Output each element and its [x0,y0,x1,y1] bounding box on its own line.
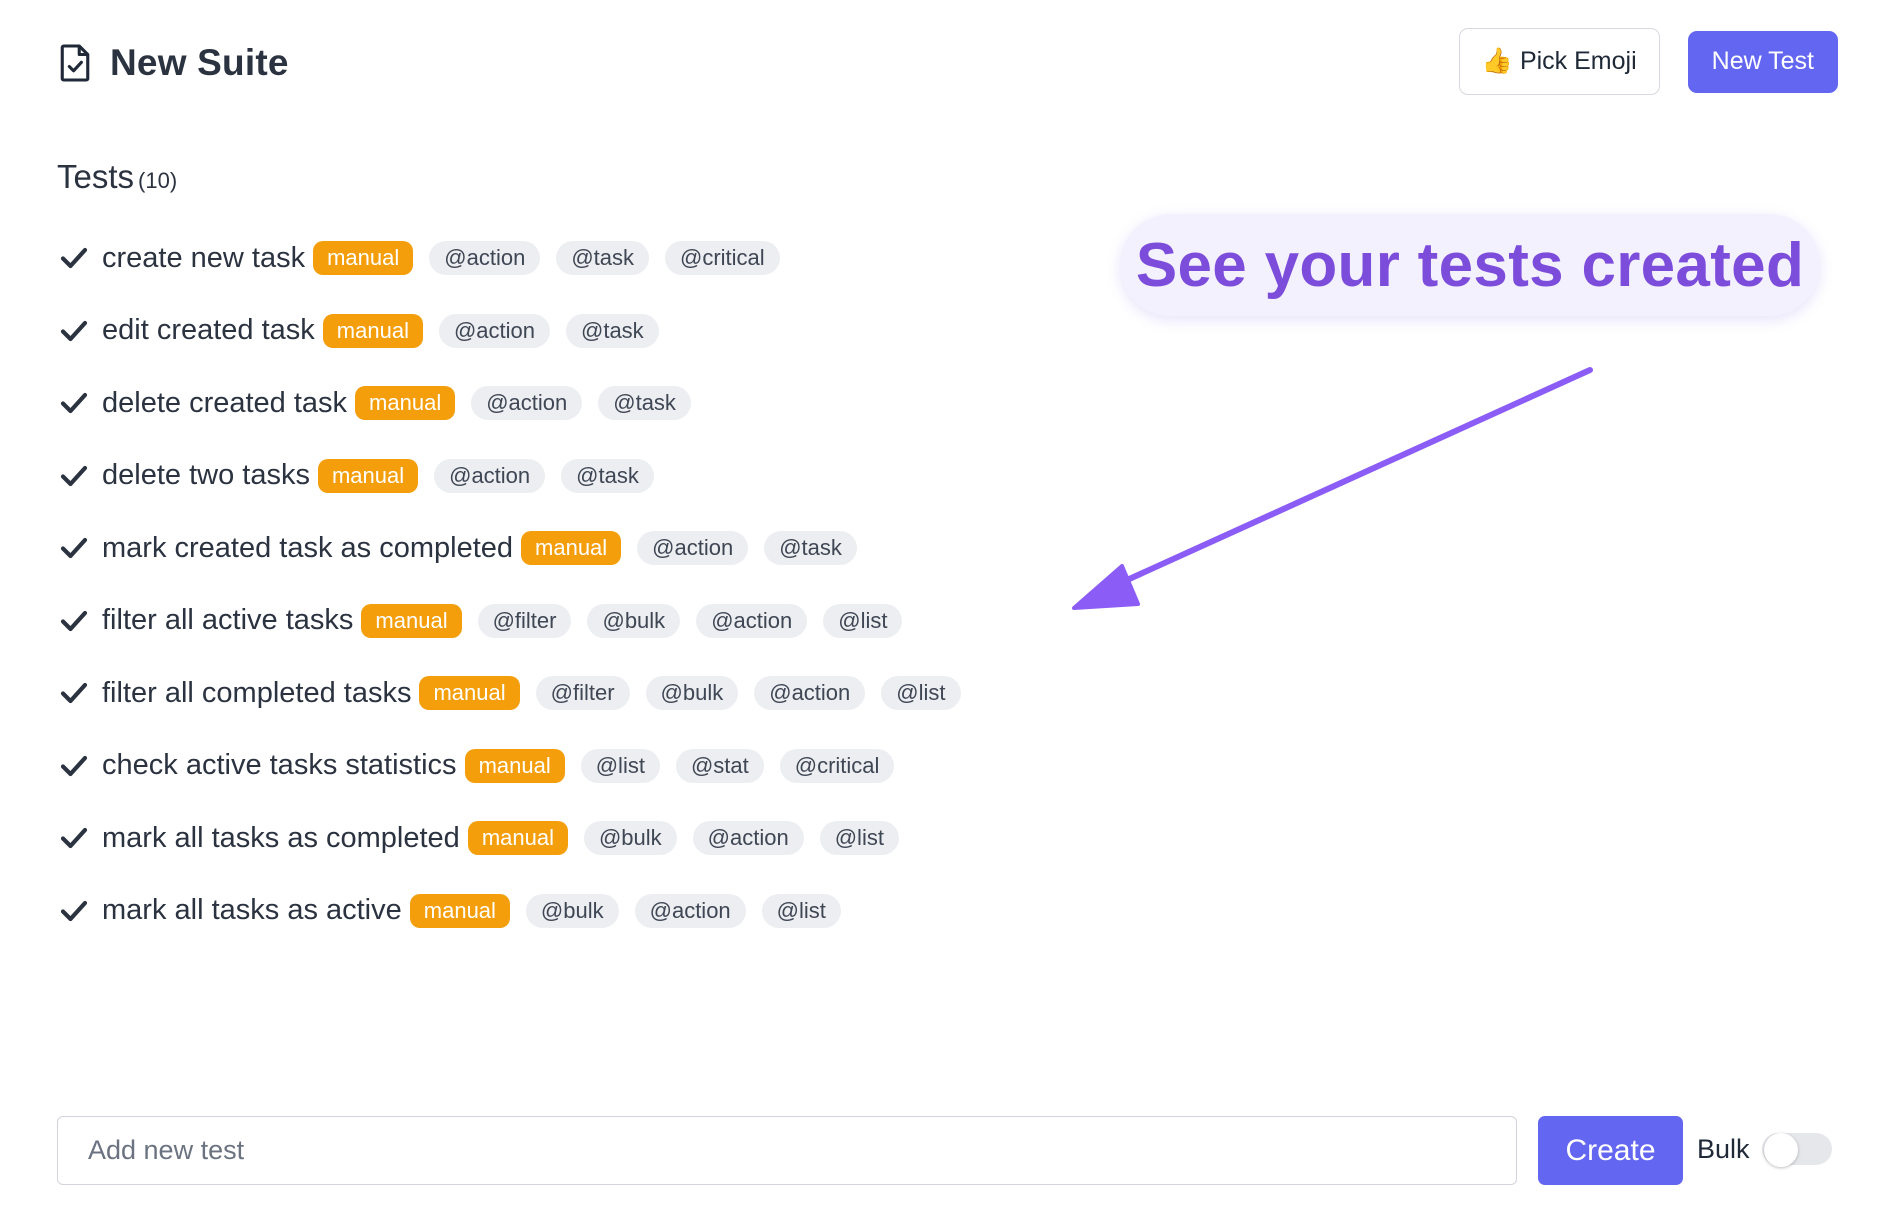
bulk-toggle[interactable] [1762,1133,1832,1167]
tag-chip[interactable]: @task [566,313,659,348]
test-row[interactable]: delete two tasks manual @action @task [60,440,977,513]
pick-emoji-button[interactable]: 👍 Pick Emoji [1458,28,1660,95]
tag-chip[interactable]: @action [438,313,550,348]
test-name[interactable]: filter all completed tasks [102,677,411,710]
checkmark-icon [60,465,88,486]
manual-badge: manual [317,458,419,493]
tag-chip[interactable]: @action [637,531,749,566]
checkmark-icon [60,610,88,631]
tag-chip[interactable]: @action [471,386,583,421]
test-row[interactable]: mark all tasks as active manual @bulk @acti… [60,875,977,948]
tag-chip[interactable]: @bulk [583,821,677,856]
suite-title-group: New Suite [58,42,289,84]
tag-chip[interactable]: @task [598,386,691,421]
test-name[interactable]: create new task [102,242,305,275]
arrow-icon [1072,367,1593,610]
manual-badge: manual [361,603,462,638]
new-test-button[interactable]: New Test [1687,30,1838,93]
page-title: New Suite [110,42,289,83]
tag-chip[interactable]: @filter [535,676,630,711]
tests-heading-label: Tests [57,158,135,195]
tag-chip[interactable]: @list [761,893,841,928]
test-name[interactable]: mark all tasks as active [102,894,402,927]
bulk-toggle-knob [1764,1133,1798,1167]
checkmark-icon [60,320,88,341]
checkmark-icon [60,248,88,269]
tag-chip[interactable]: @task [561,458,654,493]
tag-chip[interactable]: @critical [665,241,780,276]
manual-badge: manual [467,821,568,856]
manual-badge: manual [355,386,456,421]
test-name[interactable]: delete two tasks [102,459,310,492]
manual-badge: manual [419,676,520,711]
manual-badge: manual [313,241,414,276]
header: New Suite 👍 Pick Emoji New Test [58,28,1838,108]
tests-count: (10) [138,168,178,193]
checkmark-icon [60,755,88,776]
tag-chip[interactable]: @bulk [525,893,619,928]
tag-chip[interactable]: @list [819,821,899,856]
checkmark-icon [60,828,88,849]
suite-page: New Suite 👍 Pick Emoji New Test Tests (10… [0,0,1878,1206]
checkmark-icon [60,900,88,921]
add-test-input[interactable] [57,1116,1517,1185]
callout-bubble: See your tests created [1120,214,1820,316]
tag-chip[interactable]: @task [556,241,649,276]
bulk-label: Bulk [1697,1134,1750,1164]
tag-chip[interactable]: @action [429,241,541,276]
checkmark-icon [60,538,88,559]
test-row[interactable]: mark all tasks as completed manual @bulk @a… [60,802,977,875]
create-button[interactable]: Create [1538,1116,1683,1185]
tag-chip[interactable]: @list [881,676,961,711]
manual-badge: manual [464,748,565,783]
test-row[interactable]: mark created task as completed manual @act… [60,512,977,585]
manual-badge: manual [322,313,423,348]
test-name[interactable]: mark created task as completed [102,532,513,565]
header-buttons: 👍 Pick Emoji New Test [1458,28,1838,95]
tag-chip[interactable]: @action [696,603,808,638]
tag-chip[interactable]: @bulk [645,676,739,711]
tag-chip[interactable]: @filter [477,603,572,638]
manual-badge: manual [521,531,622,566]
tag-chip[interactable]: @critical [779,748,895,783]
test-name[interactable]: filter all active tasks [102,604,353,637]
callout-text: See your tests created [1135,230,1805,300]
test-row[interactable]: delete created task manual @action @task [60,367,977,440]
checkmark-icon [60,393,88,414]
document-check-icon [60,44,90,82]
tag-chip[interactable]: @action [692,821,804,856]
test-row[interactable]: check active tasks statistics manual @list… [60,730,977,803]
tag-chip[interactable]: @action [754,676,866,711]
tag-chip[interactable]: @action [434,458,546,493]
checkmark-icon [60,683,88,704]
tag-chip[interactable]: @stat [675,748,764,783]
test-name[interactable]: delete created task [102,387,347,420]
tag-chip[interactable]: @task [764,531,857,566]
tag-chip[interactable]: @bulk [587,603,681,638]
tag-chip[interactable]: @list [580,748,660,783]
test-row[interactable]: filter all active tasks manual @filter @bul… [60,585,977,658]
tag-chip[interactable]: @action [634,893,746,928]
test-row[interactable]: filter all completed tasks manual @filter @… [60,657,977,730]
test-row[interactable]: create new task manual @action @task @critic… [60,222,977,295]
manual-badge: manual [409,893,510,928]
tests-heading: Tests (10) [57,158,177,196]
test-name[interactable]: check active tasks statistics [102,749,457,782]
test-list: create new task manual @action @task @critic… [60,222,977,947]
test-name[interactable]: mark all tasks as completed [102,822,460,855]
test-row[interactable]: edit created task manual @action @task [60,295,977,368]
tag-chip[interactable]: @list [823,603,903,638]
test-name[interactable]: edit created task [102,314,315,347]
